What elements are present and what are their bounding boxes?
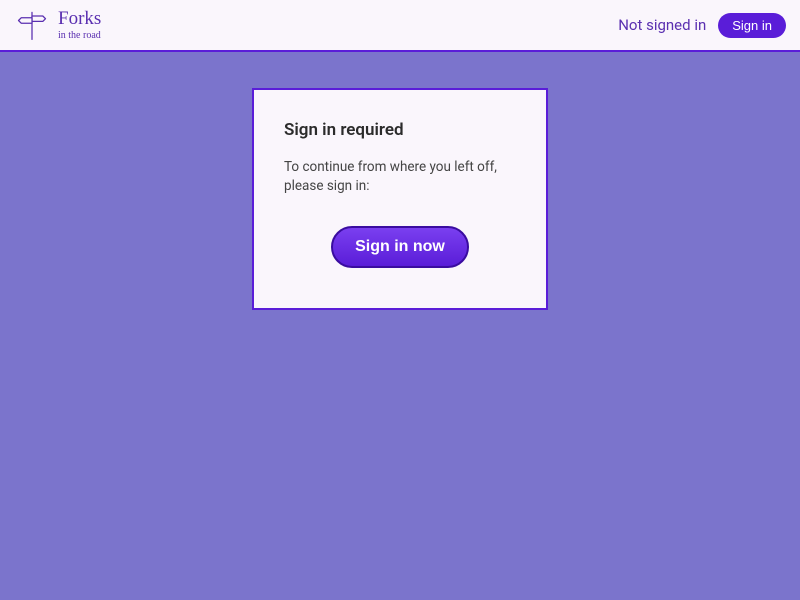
- main-content: Sign in required To continue from where …: [0, 52, 800, 310]
- logo-text: Forks in the road: [58, 9, 101, 41]
- logo-link[interactable]: Forks in the road: [14, 7, 101, 43]
- signin-required-card: Sign in required To continue from where …: [252, 88, 548, 310]
- card-body-text: To continue from where you left off, ple…: [284, 158, 516, 196]
- header-right: Not signed in Sign in: [618, 13, 786, 38]
- signpost-icon: [14, 7, 50, 43]
- auth-status-text: Not signed in: [618, 16, 706, 34]
- signin-button[interactable]: Sign in: [718, 13, 786, 38]
- card-title: Sign in required: [284, 120, 516, 140]
- signin-now-button[interactable]: Sign in now: [331, 226, 469, 268]
- site-header: Forks in the road Not signed in Sign in: [0, 0, 800, 52]
- card-button-wrap: Sign in now: [284, 226, 516, 268]
- logo-title: Forks: [58, 9, 101, 28]
- logo-subtitle: in the road: [58, 31, 101, 41]
